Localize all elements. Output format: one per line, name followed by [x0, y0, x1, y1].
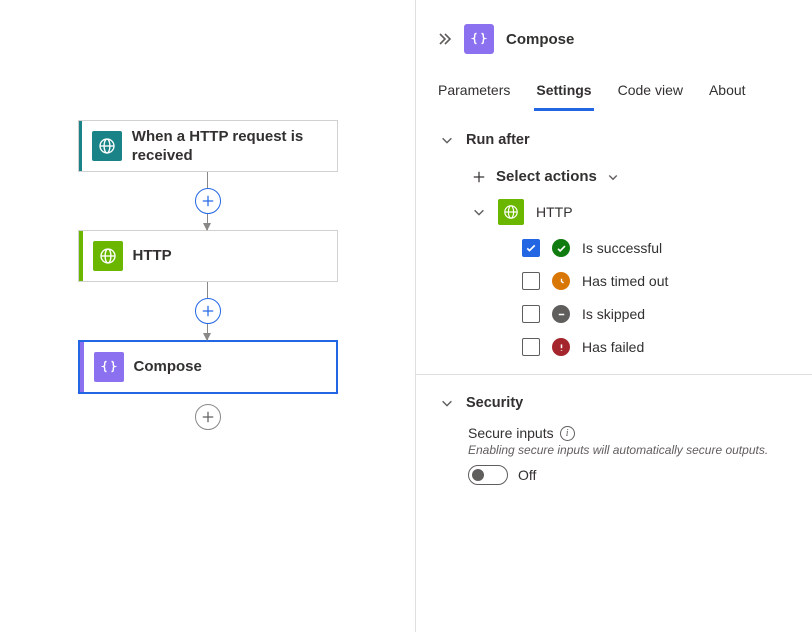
- chevron-down-icon: [472, 205, 486, 219]
- clock-icon: [552, 272, 570, 290]
- section-security: Security Secure inputs i Enabling secure…: [416, 374, 812, 503]
- secure-inputs-label-row: Secure inputs i: [468, 425, 788, 441]
- status-row-skipped: Is skipped: [522, 305, 788, 323]
- status-label: Is successful: [582, 240, 662, 256]
- panel-tabs: Parameters Settings Code view About: [416, 72, 812, 112]
- flow-node-trigger[interactable]: When a HTTP request is received: [78, 120, 338, 172]
- status-row-failed: Has failed: [522, 338, 788, 356]
- globe-icon: [93, 241, 123, 271]
- connector: [195, 172, 221, 230]
- run-after-action-toggle[interactable]: HTTP: [472, 199, 788, 225]
- info-icon[interactable]: i: [560, 426, 575, 441]
- status-row-timedout: Has timed out: [522, 272, 788, 290]
- add-step-button[interactable]: [195, 404, 221, 430]
- toggle-thumb: [472, 469, 484, 481]
- flow-column: When a HTTP request is received HTTP: [0, 120, 415, 430]
- braces-icon: [464, 24, 494, 54]
- status-label: Has timed out: [582, 273, 668, 289]
- node-label: HTTP: [133, 246, 182, 266]
- success-icon: [552, 239, 570, 257]
- section-run-after: Run after Select actions HTTP: [416, 112, 812, 374]
- secure-inputs-toggle[interactable]: Off: [468, 465, 788, 485]
- chevron-down-icon: [607, 171, 619, 183]
- tab-settings[interactable]: Settings: [534, 72, 593, 111]
- node-accent: [79, 231, 83, 281]
- section-toggle-security[interactable]: Security: [440, 395, 788, 411]
- add-step-button[interactable]: [195, 188, 221, 214]
- globe-icon: [92, 131, 122, 161]
- section-toggle-run-after[interactable]: Run after: [440, 132, 788, 148]
- globe-icon: [498, 199, 524, 225]
- toggle-track: [468, 465, 508, 485]
- connector: [195, 404, 221, 430]
- run-after-action-label: HTTP: [536, 204, 573, 220]
- tab-about[interactable]: About: [707, 72, 748, 111]
- checkbox-failed[interactable]: [522, 338, 540, 356]
- checkbox-timedout[interactable]: [522, 272, 540, 290]
- braces-icon: [94, 352, 124, 382]
- plus-icon: [472, 170, 486, 184]
- secure-inputs-hint: Enabling secure inputs will automaticall…: [468, 443, 788, 457]
- checkbox-skipped[interactable]: [522, 305, 540, 323]
- chevron-down-icon: [440, 133, 454, 147]
- minus-icon: [552, 305, 570, 323]
- secure-inputs-label: Secure inputs: [468, 425, 554, 441]
- node-label: Compose: [134, 357, 212, 377]
- node-accent: [79, 121, 82, 171]
- error-icon: [552, 338, 570, 356]
- section-title: Run after: [466, 132, 530, 148]
- panel-header: Compose: [416, 14, 812, 72]
- node-label: When a HTTP request is received: [132, 127, 337, 166]
- status-row-success: Is successful: [522, 239, 788, 257]
- checkbox-success[interactable]: [522, 239, 540, 257]
- toggle-state-label: Off: [518, 467, 536, 483]
- connector: [195, 282, 221, 340]
- select-actions-button[interactable]: Select actions: [472, 168, 788, 185]
- tab-parameters[interactable]: Parameters: [436, 72, 512, 111]
- collapse-panel-button[interactable]: [436, 31, 452, 47]
- node-accent: [80, 342, 84, 392]
- settings-panel: Compose Parameters Settings Code view Ab…: [416, 0, 812, 632]
- status-list: Is successful Has timed out Is skipped: [522, 239, 788, 356]
- run-after-action-group: HTTP Is successful Has: [472, 199, 788, 356]
- flow-node-compose[interactable]: Compose: [78, 340, 338, 394]
- flow-canvas: When a HTTP request is received HTTP: [0, 0, 415, 632]
- panel-title: Compose: [506, 31, 574, 48]
- section-title: Security: [466, 395, 523, 411]
- tab-code-view[interactable]: Code view: [616, 72, 685, 111]
- select-actions-label: Select actions: [496, 168, 597, 185]
- status-label: Is skipped: [582, 306, 645, 322]
- add-step-button[interactable]: [195, 298, 221, 324]
- chevron-down-icon: [440, 396, 454, 410]
- flow-node-http[interactable]: HTTP: [78, 230, 338, 282]
- status-label: Has failed: [582, 339, 644, 355]
